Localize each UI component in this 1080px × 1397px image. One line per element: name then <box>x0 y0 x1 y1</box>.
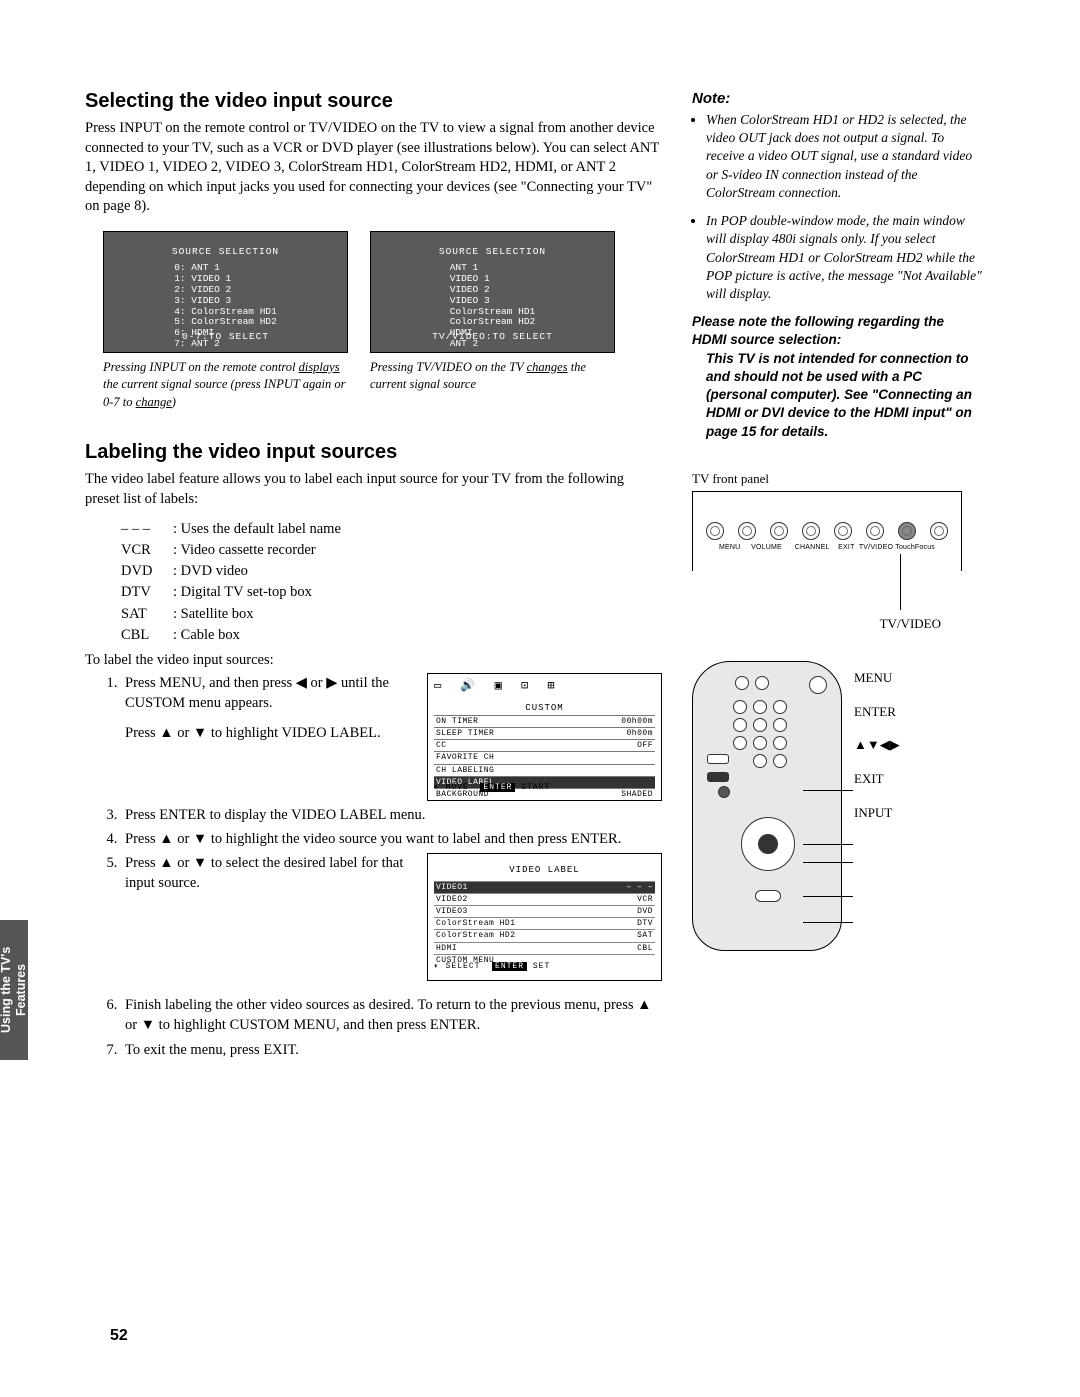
note-sub2: This TV is not intended for connection t… <box>706 350 982 441</box>
remote-area: MENUENTER▲▼◀▶EXITINPUT <box>692 661 982 951</box>
ent-button <box>773 754 787 768</box>
cap-text: Pressing INPUT on the remote control <box>103 360 299 374</box>
side-tab: Using the TV's Features <box>0 920 28 1060</box>
exit-button <box>755 890 781 902</box>
num-9 <box>773 736 787 750</box>
caption-2: Pressing TV/VIDEO on the TV changes the … <box>370 359 615 412</box>
step-text: Press ▲ or ▼ to select the desired label… <box>125 853 409 894</box>
num-3 <box>773 700 787 714</box>
step-text: Press ▲ or ▼ to highlight VIDEO LABEL. <box>125 723 409 743</box>
labeling-body: The video label feature allows you to la… <box>85 470 662 509</box>
callout-line-menu <box>803 790 853 791</box>
light-button <box>735 676 749 690</box>
fp-menu-button <box>706 522 724 540</box>
osd2-foot: TV/VIDEO:TO SELECT <box>371 331 614 342</box>
page-number: 52 <box>110 1327 128 1345</box>
label-foot: ◐ SELECT ENTER SET <box>434 961 550 972</box>
callout-line-arrows <box>803 862 853 863</box>
front-panel-buttons <box>693 522 961 540</box>
power-button <box>809 676 827 694</box>
callout-line-enter <box>803 844 853 845</box>
osd1-foot: 0-7:TO SELECT <box>104 331 347 342</box>
heading-selecting: Selecting the video input source <box>85 90 662 113</box>
input-button <box>707 772 729 782</box>
selecting-body: Press INPUT on the remote control or TV/… <box>85 119 662 217</box>
fp-ch-up-button <box>834 522 852 540</box>
foot-set: SET <box>533 962 550 971</box>
fp-tvvideo-button <box>898 522 916 540</box>
osd-row: SOURCE SELECTION 0: ANT 11: VIDEO 12: VI… <box>103 231 662 353</box>
num-7 <box>733 736 747 750</box>
cap-text: Pressing TV/VIDEO on the TV <box>370 360 527 374</box>
menu-small-button <box>718 786 730 798</box>
custom-foot: ◐ MOVE ENTER START <box>434 782 550 793</box>
custom-icons: ▭ 🔊 ▣ ⊡ ⊞ <box>434 678 655 695</box>
front-panel-label: TV front panel <box>692 471 982 487</box>
fp-callout-line <box>900 554 901 610</box>
num-0 <box>753 754 767 768</box>
note-list: When ColorStream HD1 or HD2 is selected,… <box>706 111 982 303</box>
num-2 <box>753 700 767 714</box>
fp-ch-down-button <box>802 522 820 540</box>
foot-enter: ENTER <box>480 783 515 792</box>
front-panel-labels: MENU VOLUME CHANNEL EXIT TV/VIDEO TouchF… <box>693 544 961 551</box>
osd-box-2: SOURCE SELECTION ANT 1VIDEO 1VIDEO 2VIDE… <box>370 231 615 353</box>
foot-start: START <box>521 783 550 792</box>
step-1: Press MENU, and then press ◀ or ▶ until … <box>121 673 662 801</box>
steps-intro: To label the video input sources: <box>85 652 662 669</box>
foot-enter: ENTER <box>492 962 527 971</box>
remote-callouts: MENUENTER▲▼◀▶EXITINPUT <box>854 661 900 830</box>
fp-exit-button <box>866 522 884 540</box>
cap-underline: displays <box>299 360 340 374</box>
cap-underline: change <box>136 395 172 409</box>
custom-menu-box: ▭ 🔊 ▣ ⊡ ⊞ CUSTOM ON TIMER00h00mSLEEP TIM… <box>427 673 662 801</box>
chrtn-button <box>707 754 729 764</box>
sleep-button <box>755 676 769 690</box>
left-column: Selecting the video input source Press I… <box>85 90 662 1064</box>
label-menu-table: VIDEO1– – –VIDEO2VCRVIDEO3DVDColorStream… <box>434 881 655 966</box>
num-8 <box>753 736 767 750</box>
steps-list-2: Press ENTER to display the VIDEO LABEL m… <box>121 805 662 1060</box>
callout-line-input <box>803 922 853 923</box>
note-bullet-2: In POP double-window mode, the main wind… <box>706 212 982 303</box>
step-6: Finish labeling the other video sources … <box>121 995 662 1036</box>
osd1-title: SOURCE SELECTION <box>104 246 347 257</box>
num-1 <box>733 700 747 714</box>
note-sub1: Please note the following regarding the … <box>692 313 982 349</box>
page-content: Selecting the video input source Press I… <box>0 0 1080 1124</box>
foot-move: MOVE <box>446 783 469 792</box>
cap-underline: changes <box>527 360 568 374</box>
fp-vol-down-button <box>738 522 756 540</box>
label-title: VIDEO LABEL <box>434 864 655 877</box>
steps-list: Press MENU, and then press ◀ or ▶ until … <box>121 673 662 801</box>
enter-button <box>758 834 778 854</box>
step-text: Press MENU, and then press ◀ or ▶ until … <box>125 673 409 714</box>
osd2-title: SOURCE SELECTION <box>371 246 614 257</box>
heading-labeling: Labeling the video input sources <box>85 441 662 464</box>
num-6 <box>773 718 787 732</box>
caption-row: Pressing INPUT on the remote control dis… <box>103 359 662 412</box>
num-5 <box>753 718 767 732</box>
right-column: Note: When ColorStream HD1 or HD2 is sel… <box>692 90 982 1064</box>
caption-1: Pressing INPUT on the remote control dis… <box>103 359 348 412</box>
cap-text: ) <box>172 395 176 409</box>
fp-touchfocus-button <box>930 522 948 540</box>
note-bullet-1: When ColorStream HD1 or HD2 is selected,… <box>706 111 982 202</box>
remote-diagram <box>692 661 842 951</box>
fp-vol-up-button <box>770 522 788 540</box>
custom-title: CUSTOM <box>434 702 655 715</box>
num-4 <box>733 718 747 732</box>
note-title: Note: <box>692 90 982 107</box>
step-4: Press ▲ or ▼ to highlight the video sour… <box>121 829 662 849</box>
step-7: To exit the menu, press EXIT. <box>121 1040 662 1060</box>
video-label-box: VIDEO LABEL VIDEO1– – –VIDEO2VCRVIDEO3DV… <box>427 853 662 981</box>
callout-line-exit <box>803 896 853 897</box>
osd-box-1: SOURCE SELECTION 0: ANT 11: VIDEO 12: VI… <box>103 231 348 353</box>
fp-callout-label: TV/VIDEO <box>880 616 941 632</box>
preset-labels-list: – – –: Uses the default label nameVCR: V… <box>121 519 662 645</box>
foot-select: SELECT <box>446 962 481 971</box>
step-5: Press ▲ or ▼ to select the desired label… <box>121 853 662 981</box>
step-3: Press ENTER to display the VIDEO LABEL m… <box>121 805 662 825</box>
front-panel-diagram: MENU VOLUME CHANNEL EXIT TV/VIDEO TouchF… <box>692 491 962 571</box>
